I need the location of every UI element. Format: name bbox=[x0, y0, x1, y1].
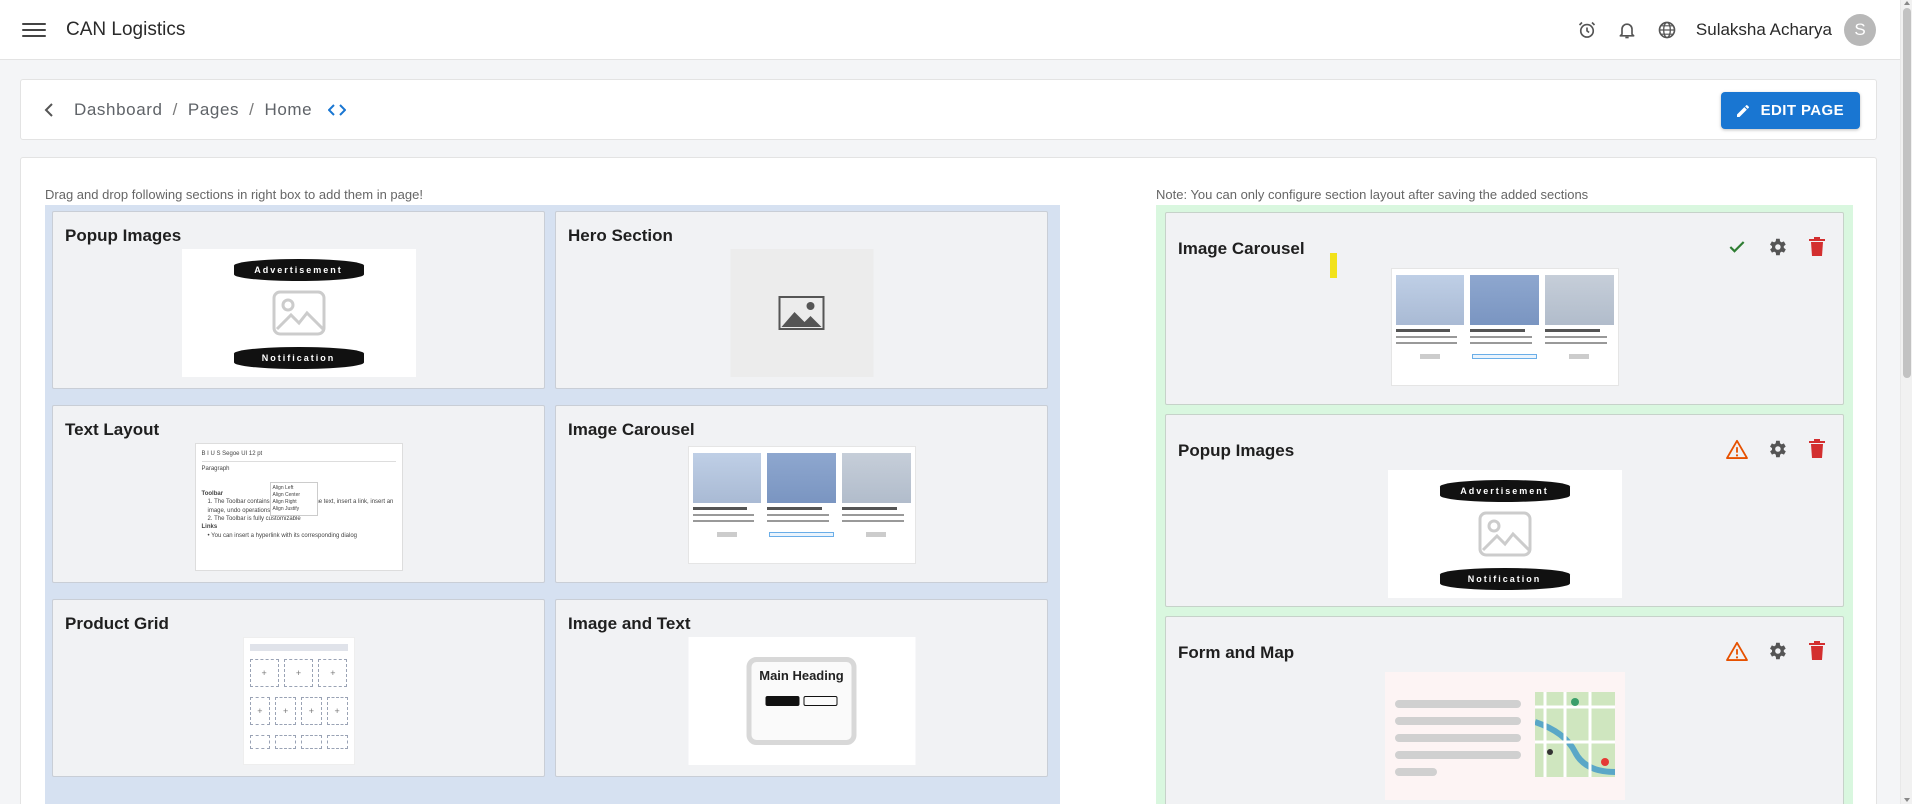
banner-ribbon: Notification bbox=[1439, 568, 1570, 590]
breadcrumb-home: Home bbox=[264, 99, 313, 119]
user-name[interactable]: Sulaksha Acharya bbox=[1696, 20, 1832, 40]
section-tile-image-carousel[interactable]: Image Carousel bbox=[555, 405, 1048, 583]
tile-title: Image Carousel bbox=[568, 420, 695, 439]
section-tile-hero-section[interactable]: Hero Section bbox=[555, 211, 1048, 389]
tile-title: Text Layout bbox=[65, 420, 160, 439]
editor-toolbar: B I U S Segoe UI 12 pt bbox=[201, 450, 396, 463]
align-dropdown: Align Left Align Center Align Right Alig… bbox=[269, 482, 318, 516]
added-section-popup-images[interactable]: Popup Images Advertisement Notification bbox=[1165, 414, 1844, 607]
delete-icon[interactable] bbox=[1805, 437, 1829, 461]
image-and-text-preview: Main Heading bbox=[688, 637, 915, 765]
drag-hint: Drag and drop following sections in righ… bbox=[45, 187, 423, 202]
added-section-form-and-map[interactable]: Form and Map bbox=[1165, 616, 1844, 804]
section-actions bbox=[1709, 639, 1829, 663]
scroll-up-arrow-icon[interactable] bbox=[1904, 1, 1910, 5]
image-carousel-preview bbox=[687, 446, 916, 564]
breadcrumb-separator: / bbox=[249, 99, 255, 119]
warning-icon bbox=[1725, 437, 1749, 461]
hero-section-preview bbox=[730, 249, 873, 377]
page-builder-card: Drag and drop following sections in righ… bbox=[20, 157, 1877, 804]
check-icon bbox=[1725, 235, 1749, 259]
top-right-actions: Sulaksha Acharya S bbox=[1558, 0, 1876, 60]
align-option: Align Right bbox=[272, 499, 297, 505]
breadcrumb-bar: Dashboard / Pages / Home EDIT PAGE bbox=[20, 79, 1877, 140]
align-option: Align Center bbox=[272, 492, 301, 498]
text-layout-preview: B I U S Segoe UI 12 pt Paragraph Align L… bbox=[194, 443, 403, 571]
banner-ribbon: Advertisement bbox=[1439, 480, 1570, 502]
menu-icon[interactable] bbox=[22, 21, 46, 39]
image-carousel-preview bbox=[1390, 268, 1619, 386]
map-icon bbox=[1534, 692, 1615, 777]
section-title: Image Carousel bbox=[1178, 239, 1305, 258]
alarm-clock-icon[interactable] bbox=[1576, 19, 1598, 41]
image-placeholder-icon bbox=[1478, 511, 1531, 557]
align-option: Align Justify bbox=[272, 506, 300, 512]
section-title: Form and Map bbox=[1178, 643, 1295, 662]
breadcrumb-separator: / bbox=[172, 99, 178, 119]
image-placeholder-icon bbox=[272, 290, 325, 336]
tile-title: Hero Section bbox=[568, 226, 673, 245]
popup-images-preview: Advertisement Notification bbox=[181, 249, 416, 377]
warning-icon bbox=[1725, 639, 1749, 663]
section-tile-text-layout[interactable]: Text Layout B I U S Segoe UI 12 pt Parag… bbox=[52, 405, 545, 583]
available-sections-panel: Popup Images Advertisement Notification … bbox=[45, 205, 1060, 804]
globe-icon[interactable] bbox=[1656, 19, 1678, 41]
editor-list-item: 2. The Toolbar is fully customizable bbox=[207, 515, 301, 522]
code-view-icon[interactable] bbox=[326, 101, 348, 119]
scrollbar-thumb[interactable] bbox=[1903, 8, 1911, 378]
edit-page-button[interactable]: EDIT PAGE bbox=[1720, 92, 1860, 129]
align-option: Align Left bbox=[272, 485, 294, 491]
section-tile-popup-images[interactable]: Popup Images Advertisement Notification bbox=[52, 211, 545, 389]
avatar[interactable]: S bbox=[1844, 14, 1876, 46]
added-section-image-carousel[interactable]: Image Carousel bbox=[1165, 212, 1844, 405]
text-cursor-highlight bbox=[1330, 253, 1337, 278]
section-actions bbox=[1709, 437, 1829, 461]
section-title: Popup Images bbox=[1178, 441, 1295, 460]
gear-icon[interactable] bbox=[1765, 437, 1789, 461]
vertical-scrollbar[interactable] bbox=[1900, 0, 1912, 804]
tile-title: Image and Text bbox=[568, 614, 691, 633]
banner-ribbon: Advertisement bbox=[233, 259, 364, 281]
brand-title: CAN Logistics bbox=[66, 18, 186, 40]
gear-icon[interactable] bbox=[1765, 235, 1789, 259]
preview-heading: Main Heading bbox=[759, 668, 844, 683]
banner-ribbon: Notification bbox=[233, 347, 364, 369]
added-sections-panel: Image Carousel Popup Images Advertisemen… bbox=[1156, 205, 1853, 804]
bell-icon[interactable] bbox=[1616, 19, 1638, 41]
breadcrumb-pages[interactable]: Pages bbox=[188, 100, 239, 120]
editor-heading: Links bbox=[201, 524, 218, 531]
top-app-bar: CAN Logistics Sulaksha Acharya S bbox=[0, 0, 1900, 60]
tile-title: Popup Images bbox=[65, 226, 182, 245]
section-actions bbox=[1709, 235, 1829, 259]
popup-images-preview: Advertisement Notification bbox=[1387, 470, 1622, 598]
editor-paragraph-select: Paragraph bbox=[201, 466, 230, 473]
edit-page-label: EDIT PAGE bbox=[1760, 102, 1844, 119]
product-grid-preview: + + + + + + + bbox=[242, 637, 355, 765]
breadcrumb: Dashboard / Pages / Home bbox=[74, 100, 312, 120]
delete-icon[interactable] bbox=[1805, 639, 1829, 663]
image-icon bbox=[778, 296, 825, 330]
delete-icon[interactable] bbox=[1805, 235, 1829, 259]
scroll-down-arrow-icon[interactable] bbox=[1904, 798, 1910, 802]
tile-title: Product Grid bbox=[65, 614, 169, 633]
gear-icon[interactable] bbox=[1765, 639, 1789, 663]
section-tile-image-and-text[interactable]: Image and Text Main Heading bbox=[555, 599, 1048, 777]
section-tile-product-grid[interactable]: Product Grid + + + + + + + bbox=[52, 599, 545, 777]
breadcrumb-dashboard[interactable]: Dashboard bbox=[74, 100, 163, 120]
form-and-map-preview bbox=[1384, 672, 1625, 800]
configure-note: Note: You can only configure section lay… bbox=[1156, 187, 1589, 202]
pencil-icon bbox=[1736, 104, 1749, 117]
editor-list-item: • You can insert a hyperlink with its co… bbox=[207, 532, 358, 539]
back-chevron-icon[interactable] bbox=[39, 100, 59, 120]
